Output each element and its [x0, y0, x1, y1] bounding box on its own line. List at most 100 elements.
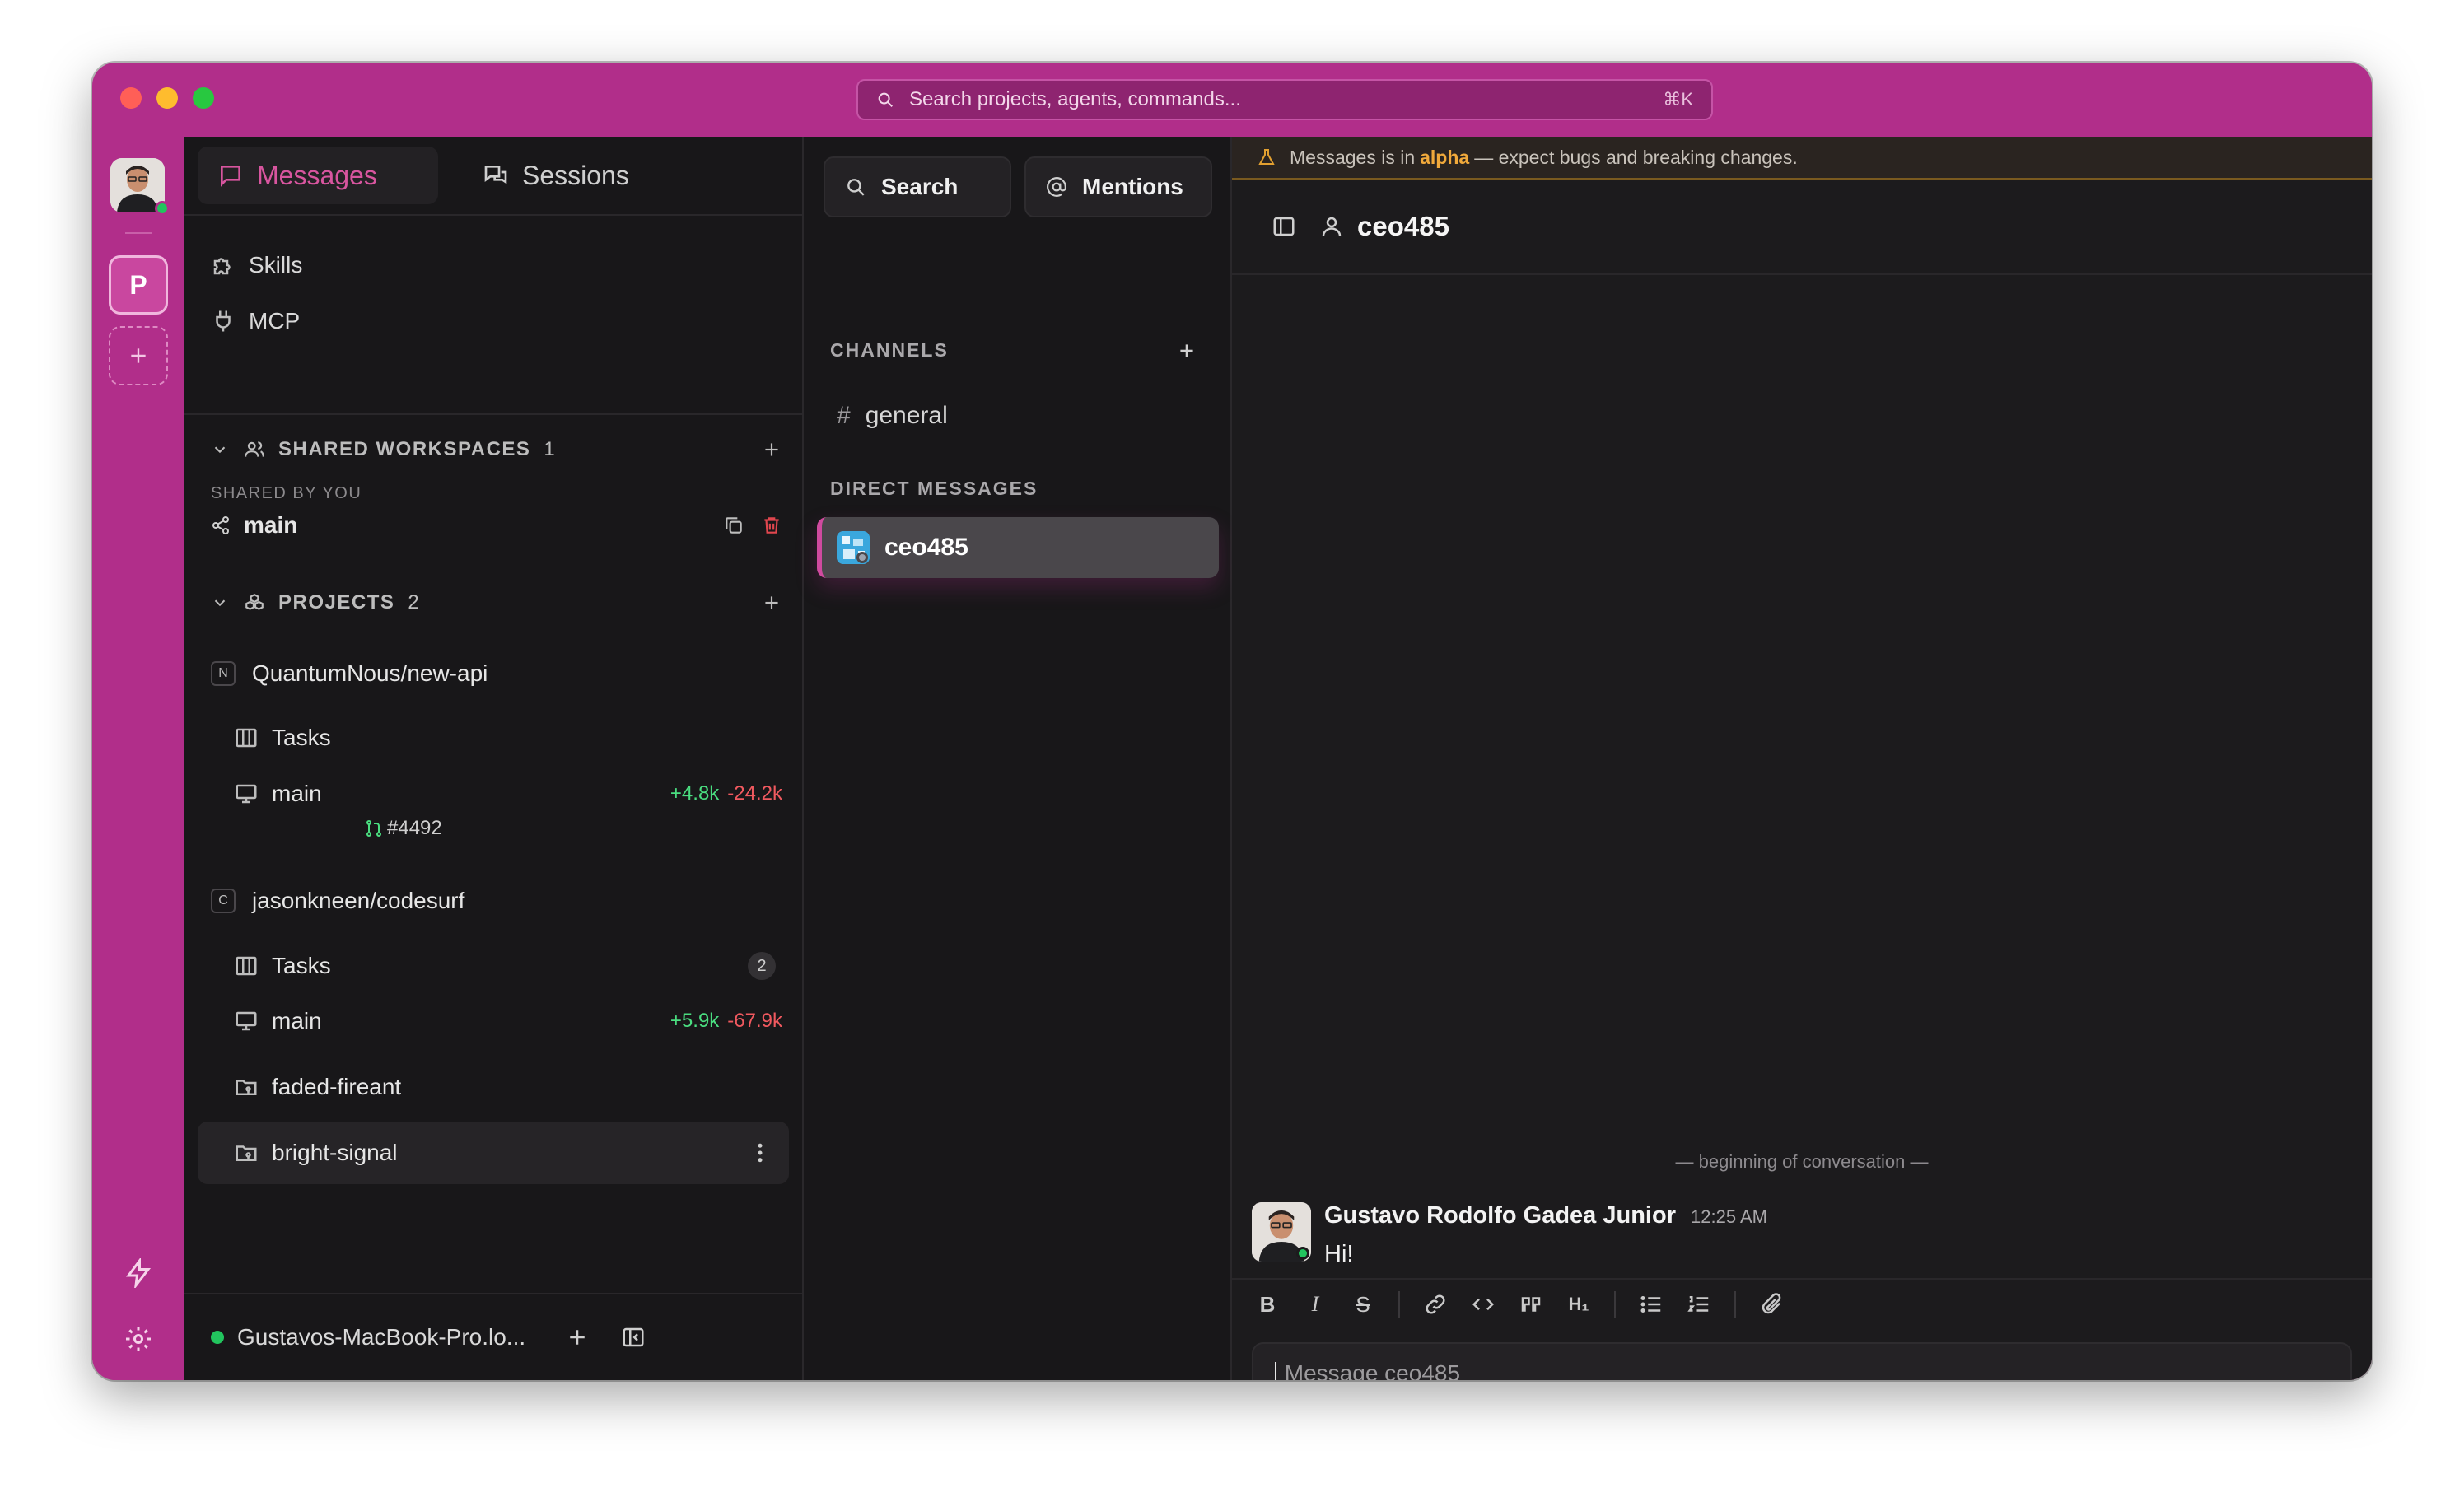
- sidebar-toggle-icon[interactable]: [1272, 214, 1296, 239]
- channel-list-panel: Search Mentions CHANNELS # general DIREC…: [804, 137, 1232, 1380]
- channel-item-general[interactable]: # general: [837, 402, 948, 430]
- bolt-icon[interactable]: [124, 1258, 153, 1288]
- mentions-label: Mentions: [1082, 174, 1183, 199]
- project-tasks-item[interactable]: Tasks: [234, 725, 782, 751]
- message-square-icon: [221, 166, 240, 187]
- conversation-start-marker: — beginning of conversation —: [1675, 1151, 1929, 1172]
- composer-placeholder: Message ceo485: [1284, 1360, 1461, 1380]
- message-author[interactable]: Gustavo Rodolfo Gadea Junior: [1324, 1202, 1676, 1229]
- worktree-item[interactable]: bright-signal: [234, 1140, 782, 1166]
- host-name[interactable]: Gustavos-MacBook-Pro.lo...: [237, 1324, 525, 1350]
- workspace-p-button[interactable]: P: [109, 255, 168, 315]
- quote-icon[interactable]: [1519, 1292, 1543, 1317]
- shared-workspace-name: main: [244, 512, 298, 538]
- project-branch-item[interactable]: main +4.8k -24.2k: [234, 781, 782, 807]
- mentions-button[interactable]: Mentions: [1024, 156, 1212, 217]
- italic-icon[interactable]: I: [1303, 1292, 1328, 1317]
- deletions-count: -67.9k: [727, 1010, 782, 1032]
- more-vertical-icon[interactable]: [748, 1140, 772, 1165]
- project-item[interactable]: N QuantumNous/new-api: [211, 660, 782, 687]
- add-shared-workspace-icon[interactable]: [761, 439, 782, 460]
- users-icon: [245, 441, 264, 457]
- channels-header: CHANNELS: [830, 339, 1197, 362]
- kanban-icon: [236, 728, 257, 748]
- message-composer[interactable]: Message ceo485: [1252, 1342, 2352, 1380]
- plus-icon[interactable]: [565, 1325, 590, 1350]
- project-name: QuantumNous/new-api: [252, 660, 488, 686]
- plus-icon: [131, 348, 146, 363]
- chat-bubbles-icon: [484, 166, 507, 184]
- workspace-rail: P: [92, 137, 184, 1380]
- global-search-placeholder: Search projects, agents, commands...: [909, 88, 1241, 110]
- sidebar-item-label: Skills: [249, 252, 303, 278]
- online-status-dot: [155, 201, 170, 216]
- tab-sessions-label: Sessions: [522, 160, 629, 190]
- pull-request-link[interactable]: #4492: [364, 817, 442, 840]
- shared-workspace-item[interactable]: main: [211, 512, 782, 539]
- toolbar-divider: [1614, 1291, 1616, 1318]
- close-window-button[interactable]: [120, 87, 142, 109]
- link-icon[interactable]: [1423, 1292, 1448, 1317]
- global-search-bar[interactable]: Search projects, agents, commands... ⌘K: [856, 79, 1713, 120]
- formatting-toolbar: B I S H₁: [1232, 1278, 2372, 1329]
- conversation-header: ceo485: [1232, 180, 2372, 275]
- sidebar-item-mcp[interactable]: MCP: [211, 308, 300, 334]
- code-icon[interactable]: [1471, 1292, 1496, 1317]
- shared-workspaces-header[interactable]: SHARED WORKSPACES 1: [211, 438, 782, 461]
- project-badge: N: [211, 661, 236, 686]
- message-timestamp: 12:25 AM: [1691, 1206, 1767, 1227]
- add-workspace-button[interactable]: [109, 326, 168, 385]
- heading-icon[interactable]: H₁: [1566, 1292, 1591, 1317]
- conversation-title: ceo485: [1357, 211, 1449, 241]
- shared-workspaces-count: 1: [544, 438, 557, 460]
- bullet-list-icon[interactable]: [1639, 1292, 1664, 1317]
- paperclip-icon[interactable]: [1759, 1292, 1784, 1317]
- add-project-icon[interactable]: [761, 592, 782, 613]
- tasks-label: Tasks: [272, 725, 331, 750]
- direct-messages-header-label: DIRECT MESSAGES: [830, 478, 1038, 499]
- worktree-item[interactable]: faded-fireant: [234, 1074, 782, 1100]
- dm-item-ceo485[interactable]: ceo485: [817, 517, 1219, 578]
- add-channel-icon[interactable]: [1176, 340, 1197, 362]
- chevron-down-icon: [214, 446, 226, 454]
- channel-name: general: [865, 402, 948, 429]
- shared-by-you-label: SHARED BY YOU: [211, 484, 362, 502]
- bold-icon[interactable]: B: [1255, 1292, 1280, 1317]
- message-meta: Gustavo Rodolfo Gadea Junior 12:25 AM: [1324, 1202, 1767, 1229]
- shared-workspaces-title: SHARED WORKSPACES: [278, 438, 531, 460]
- alpha-banner-prefix: Messages is in: [1290, 146, 1416, 168]
- avatar[interactable]: [1252, 1202, 1311, 1262]
- minimize-window-button[interactable]: [156, 87, 178, 109]
- message-text: Hi!: [1324, 1241, 1354, 1267]
- share-icon: [212, 516, 229, 534]
- panel-toggle-icon[interactable]: [621, 1325, 646, 1350]
- numbered-list-icon[interactable]: [1687, 1292, 1711, 1317]
- copy-icon[interactable]: [723, 515, 744, 536]
- worktree-name: bright-signal: [272, 1140, 398, 1165]
- additions-count: +5.9k: [670, 1010, 720, 1032]
- tab-sessions[interactable]: Sessions: [450, 147, 649, 204]
- worktree-name: faded-fireant: [272, 1074, 402, 1099]
- pull-request-number: #4492: [387, 817, 442, 839]
- user-icon: [1322, 217, 1342, 236]
- projects-header[interactable]: PROJECTS 2: [211, 591, 782, 614]
- strikethrough-icon[interactable]: S: [1351, 1292, 1375, 1317]
- online-status-dot: [1296, 1247, 1309, 1260]
- project-branch-item[interactable]: main +5.9k -67.9k: [234, 1008, 782, 1034]
- channel-search-button[interactable]: Search: [824, 156, 1011, 217]
- folder-git-icon: [236, 1145, 257, 1161]
- zoom-window-button[interactable]: [193, 87, 214, 109]
- folder-git-icon: [236, 1080, 257, 1095]
- projects-count: 2: [408, 591, 421, 613]
- gear-icon[interactable]: [124, 1324, 153, 1354]
- project-name: jasonkneen/codesurf: [252, 888, 465, 913]
- project-tasks-item[interactable]: Tasks 2: [234, 952, 782, 980]
- plug-icon: [216, 310, 231, 332]
- flask-icon: [1258, 149, 1275, 165]
- monitor-icon: [236, 784, 257, 804]
- projects-title: PROJECTS: [278, 591, 395, 613]
- tab-messages[interactable]: Messages: [198, 147, 438, 204]
- sidebar-item-skills[interactable]: Skills: [211, 252, 302, 278]
- trash-icon[interactable]: [761, 515, 782, 536]
- project-item[interactable]: C jasonkneen/codesurf: [211, 888, 782, 914]
